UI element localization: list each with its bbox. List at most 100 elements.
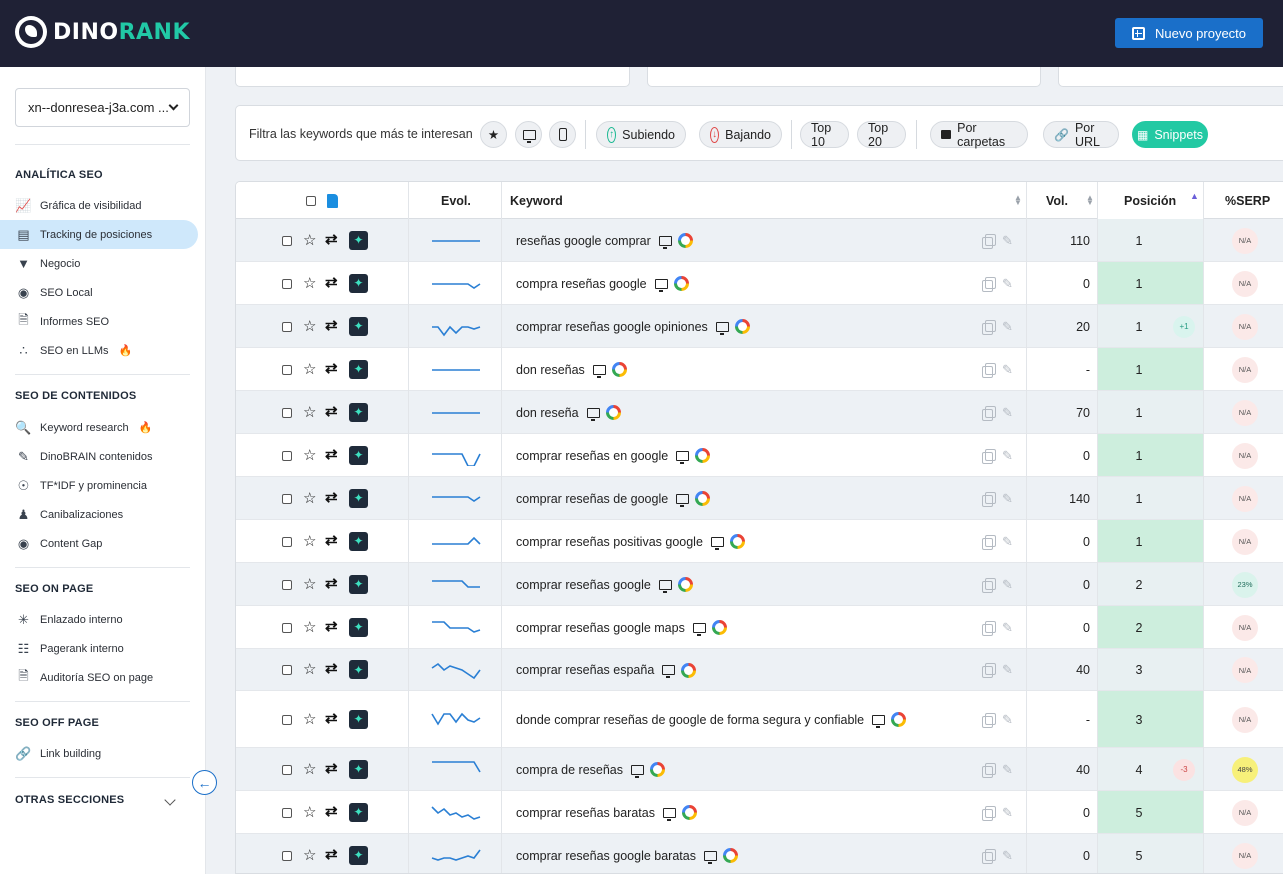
header-vol[interactable]: Vol. bbox=[1046, 182, 1068, 219]
pencil-icon[interactable]: ✎ bbox=[1002, 712, 1013, 728]
ai-sparkle-icon[interactable]: ✦ bbox=[349, 316, 368, 336]
ai-sparkle-icon[interactable]: ✦ bbox=[349, 574, 368, 594]
sidebar-item-enlazado-interno[interactable]: ✳ Enlazado interno bbox=[0, 605, 198, 634]
shuffle-icon[interactable]: ⇄ bbox=[325, 804, 338, 819]
ai-sparkle-icon[interactable]: ✦ bbox=[349, 488, 368, 508]
star-icon[interactable]: ☆ bbox=[303, 577, 316, 592]
star-icon[interactable]: ☆ bbox=[303, 712, 316, 727]
sidebar-item-seo-local[interactable]: ◉ SEO Local bbox=[0, 278, 198, 307]
row-checkbox[interactable] bbox=[282, 235, 292, 246]
table-row[interactable]: ☆ ⇄ ✦ comprar reseñas google ✎ 0 2 23% bbox=[236, 563, 1283, 606]
keyword-text[interactable]: comprar reseñas positivas google bbox=[516, 535, 703, 549]
keyword-cell[interactable]: comprar reseñas españa bbox=[516, 661, 697, 679]
shuffle-icon[interactable]: ⇄ bbox=[325, 711, 338, 726]
star-icon[interactable]: ☆ bbox=[303, 319, 316, 334]
row-checkbox[interactable] bbox=[282, 622, 292, 633]
keyword-cell[interactable]: comprar reseñas google bbox=[516, 576, 693, 594]
table-row[interactable]: ☆ ⇄ ✦ comprar reseñas google baratas ✎ 0 5 N/A bbox=[236, 834, 1283, 873]
keyword-cell[interactable]: compra reseñas google bbox=[516, 275, 689, 293]
keyword-text[interactable]: comprar reseñas baratas bbox=[516, 806, 655, 820]
ai-sparkle-icon[interactable]: ✦ bbox=[349, 617, 368, 637]
copy-icon[interactable] bbox=[982, 534, 996, 550]
keyword-text[interactable]: don reseña bbox=[516, 406, 579, 420]
copy-icon[interactable] bbox=[982, 448, 996, 464]
keyword-text[interactable]: compra de reseñas bbox=[516, 763, 623, 777]
row-checkbox[interactable] bbox=[282, 278, 292, 289]
header-serp[interactable]: %SERP bbox=[1225, 182, 1270, 219]
ai-sparkle-icon[interactable]: ✦ bbox=[349, 273, 368, 293]
row-checkbox[interactable] bbox=[282, 364, 292, 375]
sidebar-item-informes-seo[interactable]: 🗎 Informes SEO bbox=[0, 307, 198, 336]
sort-asc-icon[interactable]: ▲ bbox=[1190, 192, 1199, 201]
sidebar-item-negocio[interactable]: ▼ Negocio bbox=[0, 249, 198, 278]
sidebar-item-dinobrain-contenidos[interactable]: ✎ DinoBRAIN contenidos bbox=[0, 442, 198, 471]
table-row[interactable]: ☆ ⇄ ✦ comprar reseñas españa ✎ 40 3 N/A bbox=[236, 649, 1283, 691]
star-icon[interactable]: ☆ bbox=[303, 362, 316, 377]
ai-sparkle-icon[interactable]: ✦ bbox=[349, 660, 368, 679]
ai-sparkle-icon[interactable]: ✦ bbox=[349, 845, 368, 865]
row-checkbox[interactable] bbox=[282, 764, 292, 775]
sidebar-item-auditor-a-seo-on-page[interactable]: 🗎 Auditoría SEO on page bbox=[0, 663, 198, 692]
table-row[interactable]: ☆ ⇄ ✦ donde comprar reseñas de google de fo… bbox=[236, 691, 1283, 748]
keyword-text[interactable]: reseñas google comprar bbox=[516, 234, 651, 248]
keyword-text[interactable]: donde comprar reseñas de google de forma… bbox=[516, 713, 864, 727]
shuffle-icon[interactable]: ⇄ bbox=[325, 576, 338, 591]
pencil-icon[interactable]: ✎ bbox=[1002, 233, 1013, 249]
keyword-text[interactable]: comprar reseñas de google bbox=[516, 492, 668, 506]
row-checkbox[interactable] bbox=[282, 807, 292, 818]
star-icon[interactable]: ☆ bbox=[303, 762, 316, 777]
keyword-cell[interactable]: comprar reseñas en google bbox=[516, 447, 711, 465]
sidebar-item-keyword-research[interactable]: 🔍 Keyword research 🔥 bbox=[0, 413, 198, 442]
keyword-cell[interactable]: comprar reseñas google opiniones bbox=[516, 318, 750, 336]
table-row[interactable]: ☆ ⇄ ✦ comprar reseñas de google ✎ 140 1 N/A bbox=[236, 477, 1283, 520]
table-row[interactable]: ☆ ⇄ ✦ reseñas google comprar ✎ 110 1 N/A bbox=[236, 219, 1283, 262]
header-evol[interactable]: Evol. bbox=[441, 182, 471, 219]
copy-icon[interactable] bbox=[982, 762, 996, 778]
sort-icon[interactable]: ▲ ▼ bbox=[1086, 194, 1094, 207]
ai-sparkle-icon[interactable]: ✦ bbox=[349, 531, 368, 551]
row-checkbox[interactable] bbox=[282, 407, 292, 418]
copy-icon[interactable] bbox=[982, 319, 996, 335]
table-row[interactable]: ☆ ⇄ ✦ comprar reseñas positivas google ✎ 0 1 N/… bbox=[236, 520, 1283, 563]
shuffle-icon[interactable]: ⇄ bbox=[325, 232, 338, 247]
new-project-button[interactable]: Nuevo proyecto bbox=[1115, 18, 1263, 48]
copy-icon[interactable] bbox=[982, 663, 996, 678]
keyword-text[interactable]: compra reseñas google bbox=[516, 277, 647, 291]
star-icon[interactable]: ☆ bbox=[303, 620, 316, 635]
keyword-cell[interactable]: compra de reseñas bbox=[516, 761, 666, 779]
row-checkbox[interactable] bbox=[282, 850, 292, 861]
shuffle-icon[interactable]: ⇄ bbox=[325, 619, 338, 634]
ai-sparkle-icon[interactable]: ✦ bbox=[349, 709, 368, 729]
ai-sparkle-icon[interactable]: ✦ bbox=[349, 802, 368, 822]
filter-folders-button[interactable]: Por carpetas bbox=[930, 121, 1028, 149]
sidebar-item-seo-en-llms[interactable]: ∴ SEO en LLMs 🔥 bbox=[0, 336, 198, 365]
keyword-cell[interactable]: comprar reseñas google baratas bbox=[516, 847, 738, 865]
row-checkbox[interactable] bbox=[282, 665, 292, 675]
star-icon[interactable]: ☆ bbox=[303, 276, 316, 291]
table-row[interactable]: ☆ ⇄ ✦ comprar reseñas google opiniones ✎ 20 1 +… bbox=[236, 305, 1283, 348]
sidebar-item-content-gap[interactable]: ◉ Content Gap bbox=[0, 529, 198, 558]
ai-sparkle-icon[interactable]: ✦ bbox=[349, 759, 368, 779]
ai-sparkle-icon[interactable]: ✦ bbox=[349, 402, 368, 422]
table-row[interactable]: ☆ ⇄ ✦ don reseñas ✎ - 1 N/A bbox=[236, 348, 1283, 391]
copy-file-icon[interactable] bbox=[327, 194, 338, 208]
copy-icon[interactable] bbox=[982, 577, 996, 593]
filter-mobile-button[interactable] bbox=[549, 121, 576, 148]
table-row[interactable]: ☆ ⇄ ✦ don reseña ✎ 70 1 N/A bbox=[236, 391, 1283, 434]
sidebar-item-gr-fica-de-visibilidad[interactable]: 📈 Gráfica de visibilidad bbox=[0, 191, 198, 220]
row-checkbox[interactable] bbox=[282, 579, 292, 590]
row-checkbox[interactable] bbox=[282, 714, 292, 725]
filter-falling-button[interactable]: ↓ Bajando bbox=[699, 121, 782, 148]
header-position[interactable]: Posición bbox=[1124, 182, 1176, 219]
ai-sparkle-icon[interactable]: ✦ bbox=[349, 445, 368, 465]
pencil-icon[interactable]: ✎ bbox=[1002, 848, 1013, 864]
keyword-text[interactable]: comprar reseñas google bbox=[516, 578, 651, 592]
sidebar-item-tf-idf-y-prominencia[interactable]: ☉ TF*IDF y prominencia bbox=[0, 471, 198, 500]
shuffle-icon[interactable]: ⇄ bbox=[325, 404, 338, 419]
row-checkbox[interactable] bbox=[282, 450, 292, 461]
filter-top20-button[interactable]: Top 20 bbox=[857, 121, 906, 149]
sidebar-other-sections[interactable]: OTRAS SECCIONES bbox=[15, 794, 124, 806]
table-row[interactable]: ☆ ⇄ ✦ comprar reseñas google maps ✎ 0 2 N/A bbox=[236, 606, 1283, 649]
ai-sparkle-icon[interactable]: ✦ bbox=[349, 359, 368, 379]
shuffle-icon[interactable]: ⇄ bbox=[325, 847, 338, 862]
